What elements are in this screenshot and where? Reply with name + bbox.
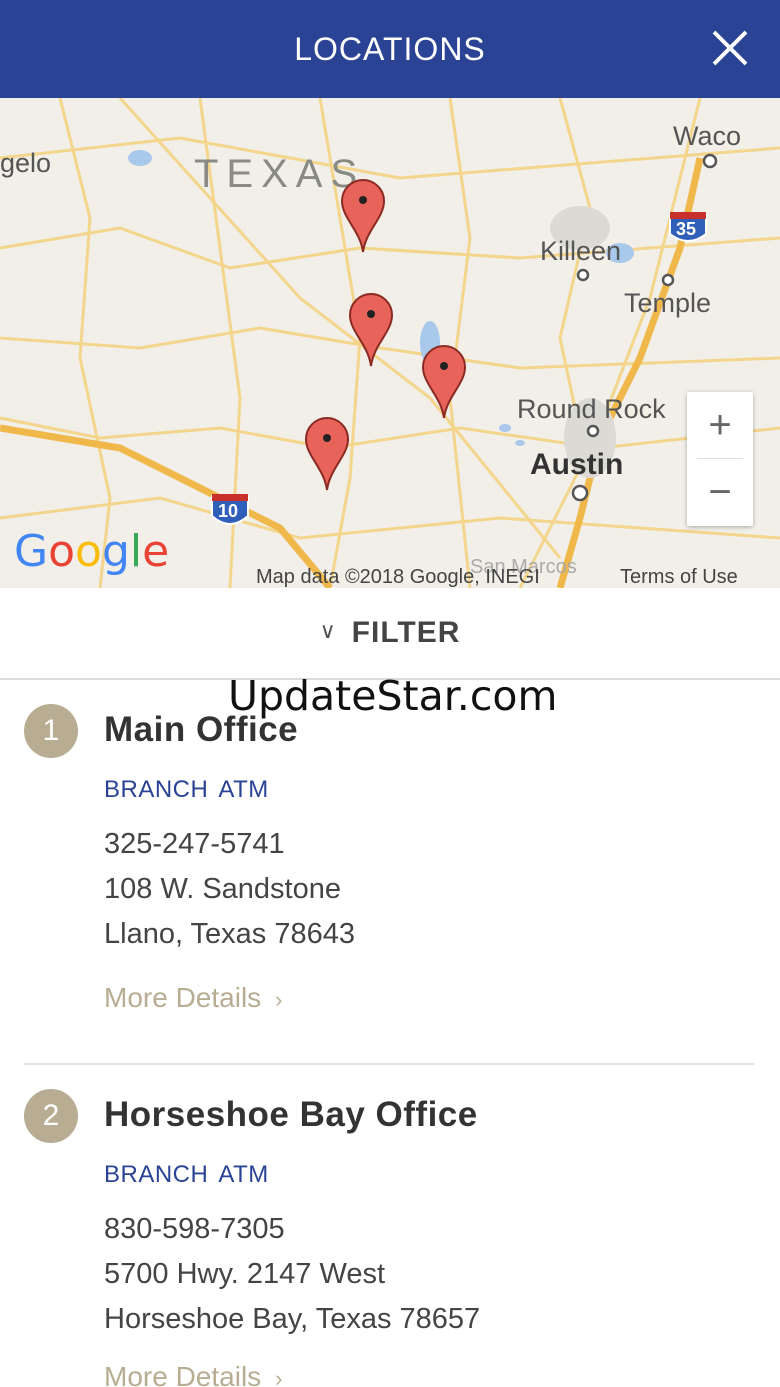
filter-toggle[interactable]: ∨ FILTER	[0, 588, 780, 680]
filter-label: FILTER	[351, 616, 461, 649]
more-details-link[interactable]: More Details ›	[104, 1361, 283, 1387]
zoom-in-button[interactable]: +	[687, 392, 753, 459]
location-tags: BRANCH ATM	[104, 1161, 279, 1189]
map-label-waco: Waco	[673, 121, 742, 151]
location-item: 2 Horseshoe Bay Office BRANCH ATM 830-598…	[0, 1065, 780, 1387]
page-title: LOCATIONS	[294, 30, 486, 67]
more-details-label: More Details	[104, 1361, 262, 1387]
map-label-san-angelo: gelo	[0, 148, 52, 178]
map-pin-3[interactable]	[421, 344, 467, 420]
map-pin-4[interactable]	[304, 416, 350, 492]
location-name[interactable]: Horseshoe Bay Office	[104, 1095, 478, 1135]
map-label-round-rock: Round Rock	[517, 394, 666, 424]
google-logo-letter: g	[101, 526, 130, 577]
location-phone[interactable]: 325-247-5741	[104, 828, 285, 861]
map-label-killeen: Killeen	[540, 236, 622, 266]
location-address-line1: 108 W. Sandstone	[104, 873, 341, 905]
tag-atm: ATM	[218, 776, 269, 803]
tag-branch: BRANCH	[104, 776, 209, 803]
location-item: 1 Main Office BRANCH ATM 325-247-5741 108…	[0, 680, 780, 1064]
map-label-temple: Temple	[624, 288, 712, 318]
chevron-right-icon: ›	[275, 1366, 283, 1387]
interstate-10-shield: 10	[218, 501, 239, 521]
map-label-austin: Austin	[530, 448, 624, 481]
zoom-divider	[697, 458, 743, 459]
tag-atm: ATM	[218, 1161, 269, 1188]
tag-branch: BRANCH	[104, 1161, 209, 1188]
map-pin-2[interactable]	[348, 292, 394, 368]
google-logo-letter: e	[142, 526, 170, 577]
location-address-line2: Llano, Texas 78643	[104, 918, 356, 950]
google-logo-letter: l	[129, 526, 143, 577]
chevron-right-icon: ›	[275, 987, 283, 1012]
location-phone[interactable]: 830-598-7305	[104, 1213, 285, 1246]
google-logo: Google	[14, 526, 169, 577]
map-pin-1[interactable]	[340, 178, 386, 254]
google-logo-letter: G	[14, 526, 49, 577]
location-tags: BRANCH ATM	[104, 776, 279, 804]
interstate-35-shield: 35	[676, 219, 697, 239]
chevron-down-icon: ∨	[319, 618, 336, 643]
more-details-link[interactable]: More Details ›	[104, 982, 283, 1014]
more-details-label: More Details	[104, 982, 262, 1013]
location-number-badge: 2	[24, 1089, 78, 1143]
close-icon[interactable]	[710, 28, 750, 68]
terms-of-use-link[interactable]: Terms of Use	[620, 566, 738, 588]
google-logo-letter: o	[75, 526, 102, 577]
map-view[interactable]: gelo TEXAS Waco Killeen Temple Round Roc…	[0, 98, 780, 588]
map-attribution: Map data ©2018 Google, INEGI	[256, 566, 540, 588]
location-address-line2: Horseshoe Bay, Texas 78657	[104, 1303, 481, 1335]
location-number-badge: 1	[24, 704, 78, 758]
zoom-out-button[interactable]: −	[687, 459, 753, 526]
location-address-line1: 5700 Hwy. 2147 West	[104, 1258, 386, 1290]
google-logo-letter: o	[48, 526, 76, 577]
watermark: UpdateStar.com	[228, 672, 558, 720]
zoom-control: + −	[687, 392, 753, 526]
app-header: LOCATIONS	[0, 0, 780, 98]
